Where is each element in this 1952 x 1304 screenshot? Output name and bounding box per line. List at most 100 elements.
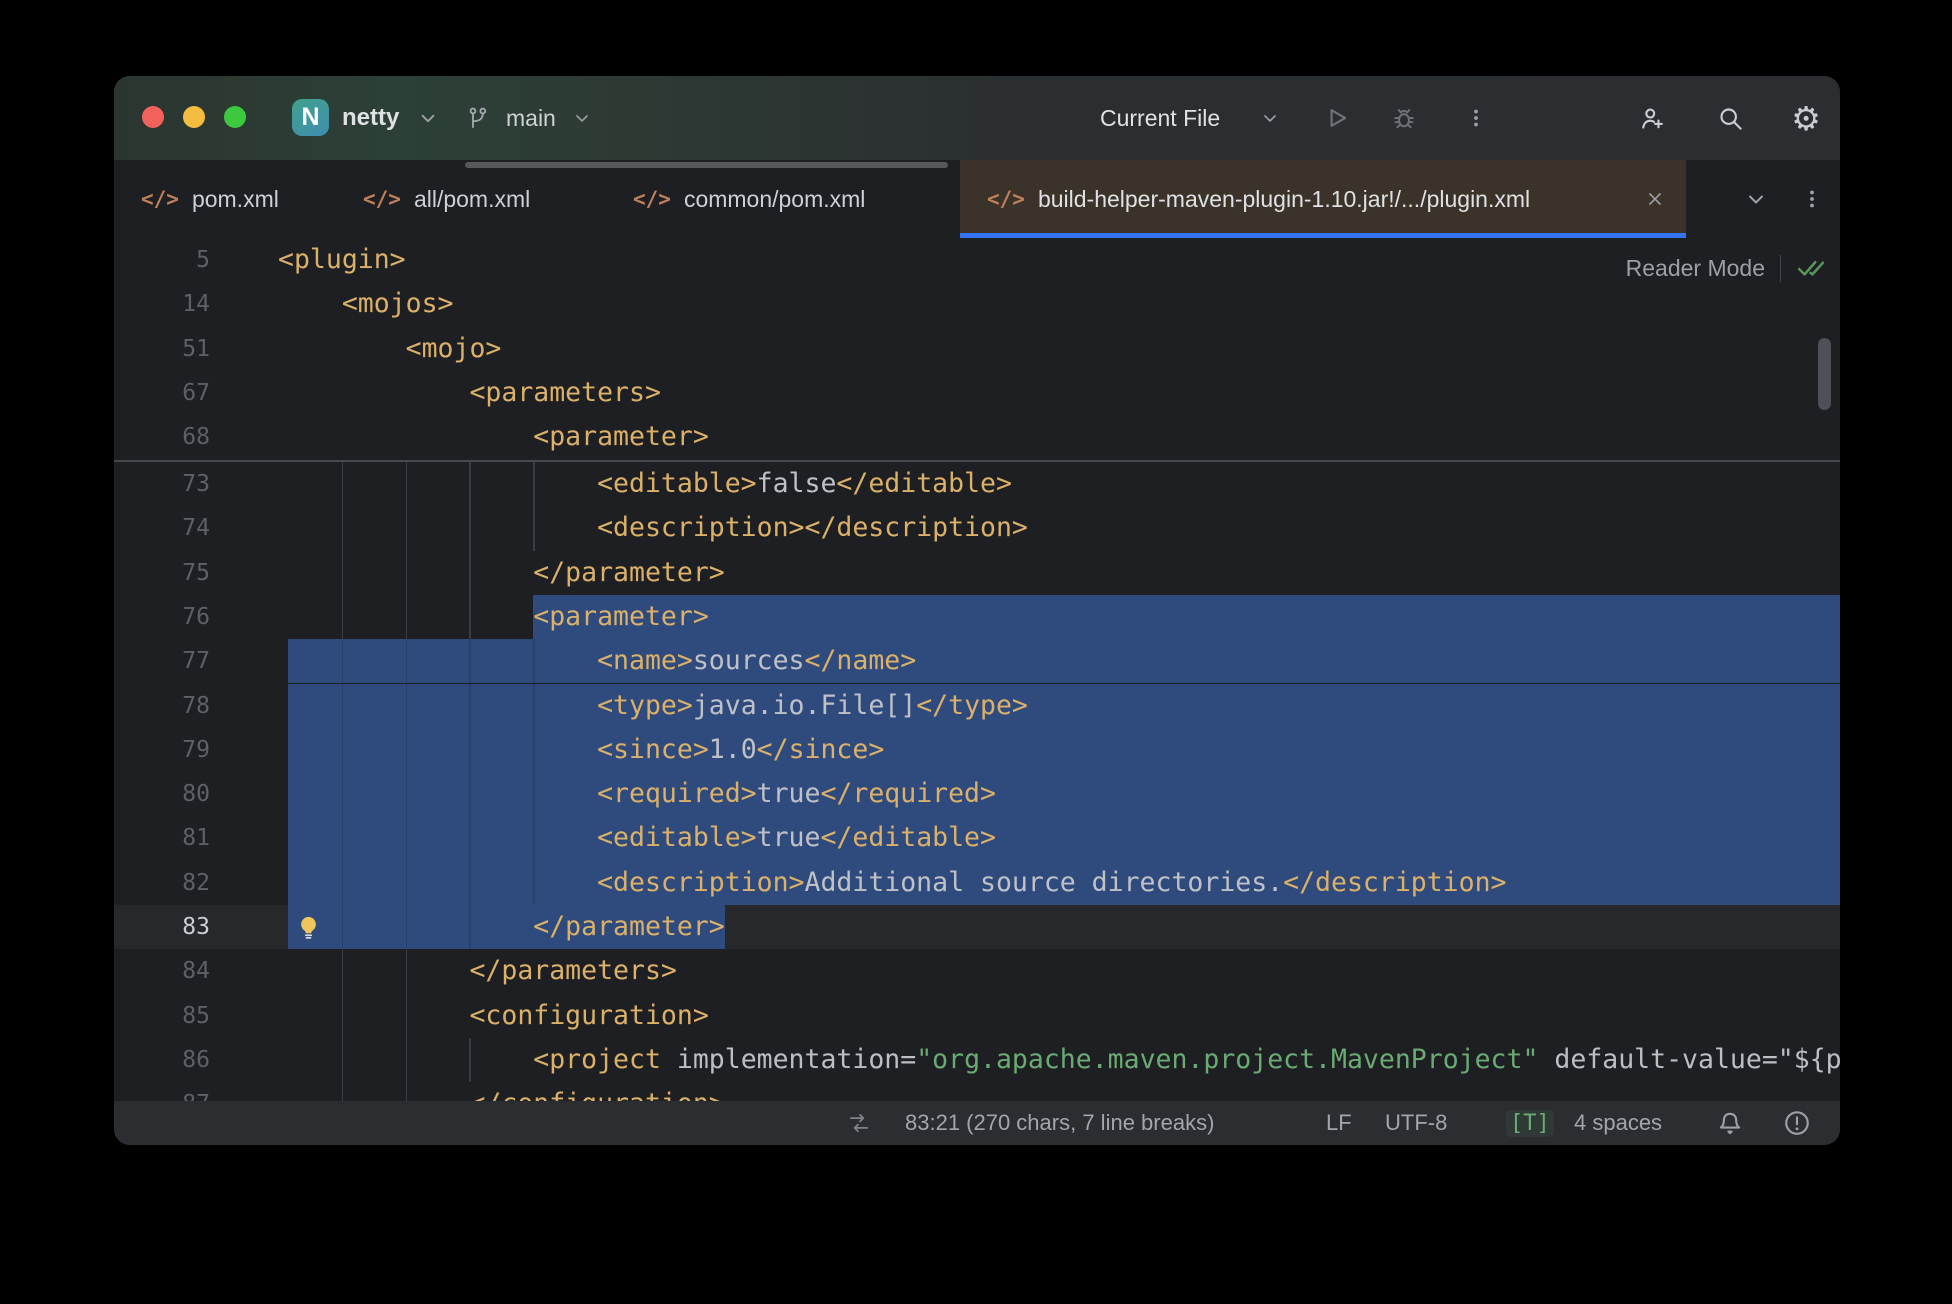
line-number[interactable]: 85	[114, 994, 210, 1038]
zoom-window-button[interactable]	[224, 106, 246, 128]
code-line[interactable]: 14 <mojos>	[114, 282, 1840, 326]
line-number[interactable]: 75	[114, 551, 210, 595]
code-text: <editable>true</editable>	[278, 816, 996, 860]
code-text: </parameters>	[278, 949, 677, 993]
project-initial: N	[301, 103, 319, 132]
highlight-badge-text: [T]	[1506, 1110, 1554, 1137]
editor-vertical-scrollbar-thumb[interactable]	[1818, 338, 1831, 410]
code-line[interactable]: 68 <parameter>	[114, 415, 1840, 459]
code-line[interactable]: 67 <parameters>	[114, 371, 1840, 415]
code-line[interactable]: 51 <mojo>	[114, 327, 1840, 371]
code-line[interactable]: 86 <project implementation="org.apache.m…	[114, 1038, 1840, 1082]
code-text: <description>Additional source directori…	[278, 861, 1507, 905]
line-number[interactable]: 84	[114, 949, 210, 993]
code-line[interactable]: 78 <type>java.io.File[]</type>	[114, 684, 1840, 728]
reader-mode-divider	[1780, 255, 1781, 282]
tab-common-pom-xml[interactable]: </> common/pom.xml	[606, 160, 960, 238]
line-number[interactable]: 74	[114, 506, 210, 550]
line-number[interactable]: 86	[114, 1038, 210, 1082]
run-configuration[interactable]: Current File	[1100, 76, 1220, 160]
problems-alert-icon[interactable]	[1782, 1101, 1812, 1145]
code-line[interactable]: 83 </parameter>	[114, 905, 1840, 949]
line-number[interactable]: 14	[114, 282, 210, 326]
xml-file-icon: </>	[633, 187, 671, 211]
code-line[interactable]: 76 <parameter>	[114, 595, 1840, 639]
xml-file-icon: </>	[987, 187, 1025, 211]
run-button[interactable]	[1317, 98, 1357, 138]
code-text: <name>sources</name>	[278, 639, 916, 683]
close-window-button[interactable]	[142, 106, 164, 128]
code-editor[interactable]: 5<plugin>14 <mojos>51 <mojo>67 <paramete…	[114, 238, 1840, 1101]
project-icon[interactable]: N	[292, 99, 329, 136]
xml-file-icon: </>	[141, 187, 179, 211]
code-line[interactable]: 5 <plugin>	[114, 238, 1840, 282]
debug-button[interactable]	[1384, 98, 1424, 138]
code-with-me-add-user-icon[interactable]	[1632, 98, 1672, 138]
line-separator-widget[interactable]: LF	[1326, 1101, 1352, 1145]
notifications-bell-icon[interactable]	[1715, 1101, 1745, 1145]
search-everywhere-icon[interactable]	[1710, 98, 1750, 138]
close-tab-icon[interactable]	[1644, 188, 1666, 210]
tab-pom-xml[interactable]: </> pom.xml	[114, 160, 336, 238]
code-text: <plugin>	[278, 238, 406, 282]
code-line[interactable]: 80 <required>true</required>	[114, 772, 1840, 816]
code-text: <parameter>	[278, 595, 709, 639]
reader-mode-widget[interactable]: Reader Mode	[1626, 252, 1826, 284]
code-text: </parameter>	[278, 551, 725, 595]
code-text: <since>1.0</since>	[278, 728, 884, 772]
indentation-widget[interactable]: 4 spaces	[1574, 1101, 1662, 1145]
code-line[interactable]: 81 <editable>true</editable>	[114, 816, 1840, 860]
tab-plugin-xml-active[interactable]: </> build-helper-maven-plugin-1.10.jar!/…	[960, 160, 1686, 238]
line-number[interactable]: 82	[114, 861, 210, 905]
inspections-ok-double-check-icon[interactable]	[1796, 253, 1826, 283]
file-encoding-widget[interactable]: UTF-8	[1385, 1101, 1447, 1145]
branch-chevron-down-icon[interactable]	[562, 98, 602, 138]
project-name[interactable]: netty	[342, 76, 399, 160]
xml-file-icon: </>	[363, 187, 401, 211]
line-number[interactable]: 80	[114, 772, 210, 816]
reader-mode-label: Reader Mode	[1626, 255, 1765, 282]
line-number[interactable]: 77	[114, 639, 210, 683]
line-number[interactable]: 68	[114, 415, 210, 459]
screenshot-canvas: { "titlebar": { "project_initial": "N", …	[0, 0, 1952, 1304]
minimize-window-button[interactable]	[183, 106, 205, 128]
line-number[interactable]: 78	[114, 684, 210, 728]
line-number[interactable]: 51	[114, 327, 210, 371]
run-config-chevron-down-icon[interactable]	[1250, 98, 1290, 138]
line-number[interactable]: 81	[114, 816, 210, 860]
code-line[interactable]: 77 <name>sources</name>	[114, 639, 1840, 683]
branch-name[interactable]: main	[506, 76, 556, 160]
tab-label: all/pom.xml	[414, 186, 530, 213]
line-separator-arrows-icon[interactable]	[846, 1101, 872, 1145]
code-line[interactable]: 73 <editable>false</editable>	[114, 462, 1840, 506]
highlighting-level-badge[interactable]: [T]	[1506, 1101, 1554, 1145]
tab-list-chevron-down-icon[interactable]	[1736, 179, 1776, 219]
project-chevron-down-icon[interactable]	[408, 98, 448, 138]
tab-options-kebab-icon[interactable]	[1792, 179, 1832, 219]
code-text: <parameter>	[278, 415, 709, 459]
line-number[interactable]: 67	[114, 371, 210, 415]
code-text: <editable>false</editable>	[278, 462, 1012, 506]
caret-position-widget[interactable]: 83:21 (270 chars, 7 line breaks)	[905, 1101, 1214, 1145]
tab-all-pom-xml[interactable]: </> all/pom.xml	[336, 160, 606, 238]
code-text: <required>true</required>	[278, 772, 996, 816]
line-number[interactable]: 76	[114, 595, 210, 639]
code-line[interactable]: 84 </parameters>	[114, 949, 1840, 993]
code-line[interactable]: 74 <description></description>	[114, 506, 1840, 550]
line-number[interactable]: 5	[114, 238, 210, 282]
tab-label: common/pom.xml	[684, 186, 865, 213]
line-number[interactable]: 87	[114, 1082, 210, 1101]
line-number[interactable]: 73	[114, 462, 210, 506]
code-line[interactable]: 79 <since>1.0</since>	[114, 728, 1840, 772]
line-number[interactable]: 79	[114, 728, 210, 772]
code-line[interactable]: 82 <description>Additional source direct…	[114, 861, 1840, 905]
line-number[interactable]: 83	[114, 905, 210, 949]
settings-gear-icon[interactable]: ⚙	[1786, 98, 1826, 138]
code-line[interactable]: 85 <configuration>	[114, 994, 1840, 1038]
code-line[interactable]: 87 </configuration>	[114, 1082, 1840, 1101]
more-actions-kebab-icon[interactable]	[1456, 98, 1496, 138]
code-text: </configuration>	[278, 1082, 725, 1101]
code-line[interactable]: 75 </parameter>	[114, 551, 1840, 595]
code-text: <configuration>	[278, 994, 709, 1038]
code-text: <mojos>	[278, 282, 454, 326]
